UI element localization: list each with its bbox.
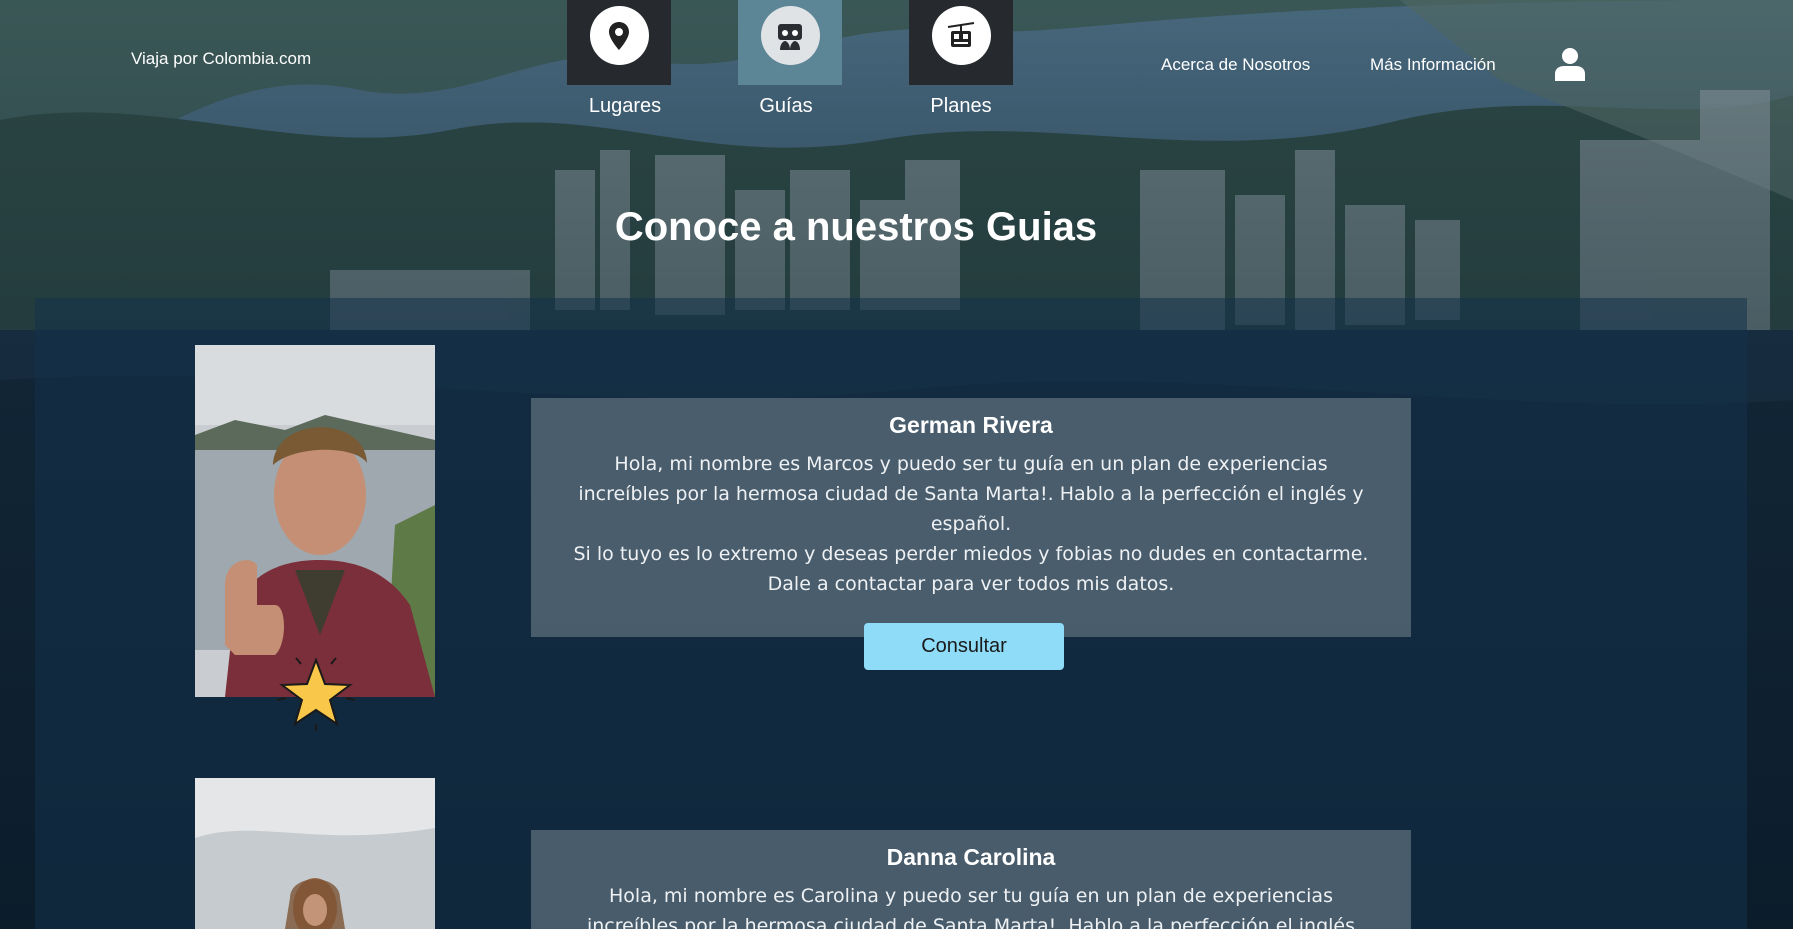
consult-button[interactable]: Consultar [864,623,1064,670]
location-pin-icon [589,6,649,65]
guide-bio-line: español. [930,513,1012,535]
guide-card-german: German Rivera Hola, mi nombre es Marcos … [531,398,1411,637]
tab-guias-label[interactable]: Guías [716,95,856,118]
about-us-link[interactable]: Acerca de Nosotros [1161,55,1310,75]
brand-logo-text[interactable]: Viaja por Colombia.com [131,49,311,69]
guide-bio: Hola, mi nombre es Marcos y puedo ser tu… [571,449,1371,599]
guide-bio-line: Hola, mi nombre es Marcos y puedo ser tu… [614,453,1328,475]
tab-lugares[interactable] [567,0,671,85]
more-info-link[interactable]: Más Información [1370,55,1496,75]
guide-bio-line: increíbles por la hermosa ciudad de Sant… [586,915,1356,929]
guide-bio: Hola, mi nombre es Carolina y puedo ser … [571,881,1371,929]
guide-bio-line: Si lo tuyo es lo extremo y deseas perder… [573,543,1369,565]
user-icon[interactable] [1554,47,1586,81]
tab-guias[interactable] [738,0,842,85]
guide-photo-danna [195,778,435,929]
cable-car-icon [931,6,991,65]
guide-photo-german [195,345,435,697]
tab-planes-label[interactable]: Planes [891,95,1031,118]
guide-bio-line: increíbles por la hermosa ciudad de Sant… [578,483,1364,505]
page-title: Conoce a nuestros Guias [614,205,1098,249]
tab-planes[interactable] [909,0,1013,85]
star-icon [276,657,356,731]
guide-bio-line: Hola, mi nombre es Carolina y puedo ser … [609,885,1333,907]
tab-lugares-label[interactable]: Lugares [555,95,695,118]
guide-name: Danna Carolina [886,844,1056,870]
guide-icon [760,6,820,65]
guide-card-danna: Danna Carolina Hola, mi nombre es Caroli… [531,830,1411,929]
guide-name: German Rivera [889,412,1053,438]
guide-bio-line: Dale a contactar para ver todos mis dato… [767,573,1175,595]
